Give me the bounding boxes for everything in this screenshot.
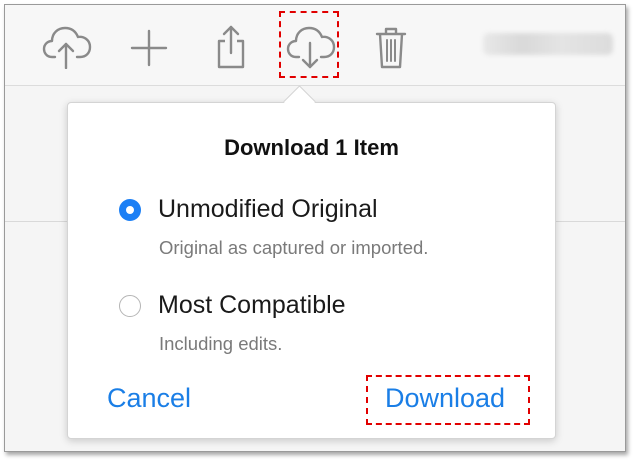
upload-button[interactable] xyxy=(41,23,93,69)
add-button[interactable] xyxy=(123,23,175,69)
cancel-button[interactable]: Cancel xyxy=(107,383,191,414)
delete-button[interactable] xyxy=(365,23,417,69)
blurred-account-area xyxy=(483,33,613,55)
add-icon xyxy=(130,29,168,67)
trash-icon xyxy=(375,27,407,69)
radio-most-compatible[interactable] xyxy=(119,295,141,317)
option-desc-unmodified-original: Original as captured or imported. xyxy=(159,237,429,258)
option-label-unmodified-original[interactable]: Unmodified Original xyxy=(158,195,378,224)
option-label-most-compatible[interactable]: Most Compatible xyxy=(158,291,346,320)
popover-arrow xyxy=(283,85,316,118)
upload-cloud-icon xyxy=(42,26,92,69)
option-desc-most-compatible: Including edits. xyxy=(159,333,283,354)
download-confirm-highlight xyxy=(366,375,530,425)
download-dialog: Download 1 Item Unmodified Original Orig… xyxy=(67,85,556,439)
app-window: Download 1 Item Unmodified Original Orig… xyxy=(4,4,626,452)
share-button[interactable] xyxy=(205,23,257,69)
dialog-title: Download 1 Item xyxy=(224,135,399,160)
share-icon xyxy=(217,25,245,69)
radio-unmodified-original[interactable] xyxy=(119,199,141,221)
download-button-highlight xyxy=(279,11,339,78)
